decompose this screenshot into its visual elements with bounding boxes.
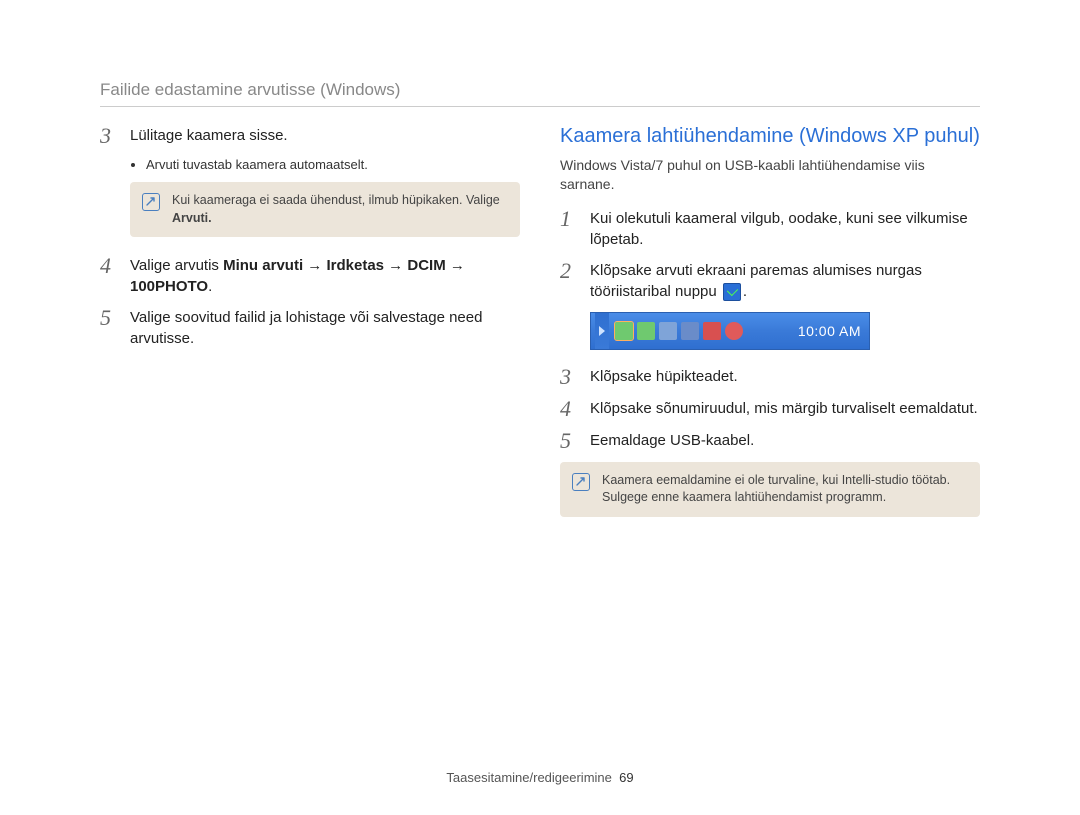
step-number: 3 <box>100 125 118 147</box>
step4-tail: . <box>208 278 212 295</box>
taskbar-screenshot: 10:00 AM <box>590 312 870 350</box>
note-icon <box>142 193 160 211</box>
note-box: Kaamera eemaldamine ei ole turvaline, ku… <box>560 462 980 517</box>
step-number: 4 <box>100 255 118 297</box>
step-text: Lülitage kaamera sisse. <box>130 125 520 147</box>
step2-prefix: Klõpsake arvuti ekraani paremas alumises… <box>590 262 922 300</box>
page-number: 69 <box>619 770 633 785</box>
step-text: Klõpsake sõnumiruudul, mis märgib turval… <box>590 398 980 420</box>
step-number: 3 <box>560 366 578 388</box>
path-part: Irdketas <box>326 257 384 274</box>
step-4r: 4 Klõpsake sõnumiruudul, mis märgib turv… <box>560 398 980 420</box>
note-text: Kui kaameraga ei saada ühendust, ilmub h… <box>172 192 506 227</box>
note-icon <box>572 473 590 491</box>
taskbar-network-icon <box>659 322 677 340</box>
note-text-a: Kui kaameraga ei saada ühendust, ilmub h… <box>172 193 500 207</box>
taskbar-stop-icon <box>725 322 743 340</box>
page-footer: Taasesitamine/redigeerimine 69 <box>0 770 1080 785</box>
arrow: → <box>303 257 326 274</box>
step-number: 2 <box>560 260 578 302</box>
step-text: Valige arvutis Minu arvuti → Irdketas → … <box>130 255 520 297</box>
path-part: Minu arvuti <box>223 257 303 274</box>
footer-label: Taasesitamine/redigeerimine <box>446 770 611 785</box>
step2-suffix: . <box>743 283 747 300</box>
arrow: → <box>384 257 407 274</box>
step-text: Valige soovitud failid ja lohistage või … <box>130 307 520 349</box>
step-text: Klõpsake arvuti ekraani paremas alumises… <box>590 260 980 302</box>
step-5r: 5 Eemaldage USB-kaabel. <box>560 430 980 452</box>
taskbar-monitor-icon <box>681 322 699 340</box>
step-number: 1 <box>560 208 578 250</box>
two-column-layout: 3 Lülitage kaamera sisse. Arvuti tuvasta… <box>100 125 980 535</box>
header-rule <box>100 106 980 107</box>
step-3: 3 Lülitage kaamera sisse. <box>100 125 520 147</box>
bullet-list: Arvuti tuvastab kaamera automaatselt. <box>130 157 520 172</box>
step-2: 2 Klõpsake arvuti ekraani paremas alumis… <box>560 260 980 302</box>
path-part: DCIM <box>407 257 445 274</box>
step-number: 5 <box>100 307 118 349</box>
step4-prefix: Valige arvutis <box>130 257 223 274</box>
taskbar-volume-icon <box>703 322 721 340</box>
note-text: Kaamera eemaldamine ei ole turvaline, ku… <box>602 472 966 507</box>
step-1: 1 Kui olekutuli kaameral vilgub, oodake,… <box>560 208 980 250</box>
left-column: 3 Lülitage kaamera sisse. Arvuti tuvasta… <box>100 125 520 535</box>
taskbar-tray-icon-selected <box>615 322 633 340</box>
right-column: Kaamera lahtiühendamine (Windows XP puhu… <box>560 125 980 535</box>
intro-text: Windows Vista/7 puhul on USB-kaabli laht… <box>560 156 980 194</box>
note-box: Kui kaameraga ei saada ühendust, ilmub h… <box>130 182 520 237</box>
path-part: 100PHOTO <box>130 278 208 295</box>
safely-remove-icon <box>723 283 741 301</box>
taskbar-shield-icon <box>637 322 655 340</box>
step-text: Klõpsake hüpikteadet. <box>590 366 980 388</box>
step-text: Eemaldage USB-kaabel. <box>590 430 980 452</box>
section-header: Failide edastamine arvutisse (Windows) <box>100 80 980 100</box>
step-4: 4 Valige arvutis Minu arvuti → Irdketas … <box>100 255 520 297</box>
taskbar-clock: 10:00 AM <box>798 323 861 339</box>
step-5: 5 Valige soovitud failid ja lohistage võ… <box>100 307 520 349</box>
bullet-item: Arvuti tuvastab kaamera automaatselt. <box>146 157 520 172</box>
note-text-bold: Arvuti. <box>172 211 212 225</box>
step-text: Kui olekutuli kaameral vilgub, oodake, k… <box>590 208 980 250</box>
step-number: 4 <box>560 398 578 420</box>
taskbar-expand-icon <box>595 313 609 349</box>
subsection-heading: Kaamera lahtiühendamine (Windows XP puhu… <box>560 125 980 148</box>
step-number: 5 <box>560 430 578 452</box>
arrow: → <box>446 257 465 274</box>
step-3r: 3 Klõpsake hüpikteadet. <box>560 366 980 388</box>
